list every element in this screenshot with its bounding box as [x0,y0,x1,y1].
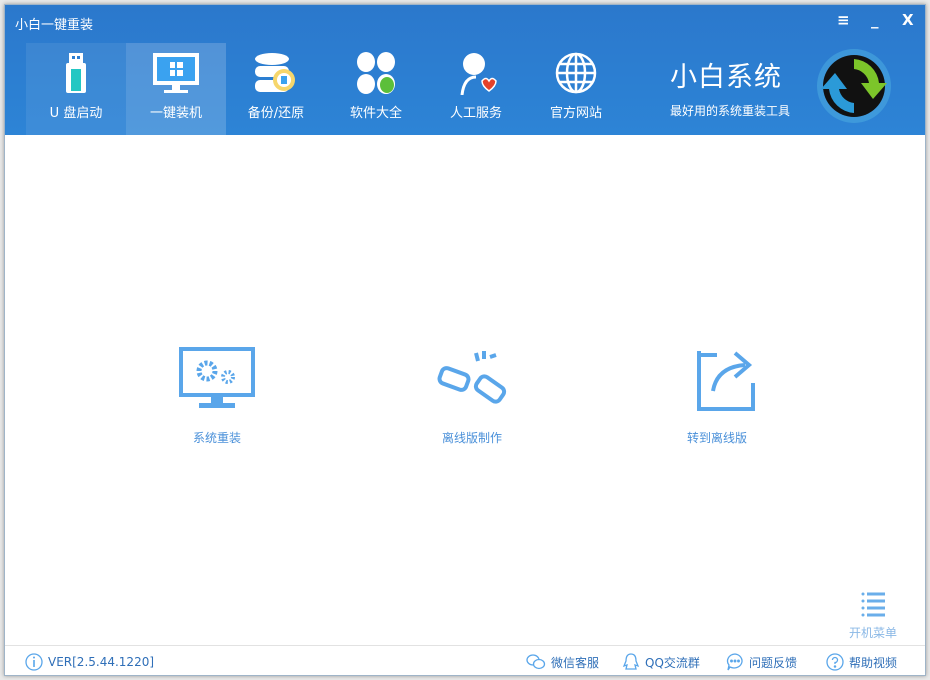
help-video-link[interactable]: 帮助视频 [826,653,897,671]
offline-make-button[interactable]: 离线版制作 [412,347,532,446]
brand-slogan: 最好用的系统重装工具 [670,104,791,118]
boot-menu-button[interactable]: 开机菜单 [843,591,903,641]
link-label: 微信客服 [551,655,600,670]
globe-icon [555,52,597,94]
feedback-link[interactable]: 问题反馈 [726,653,797,671]
version-text: VER[2.5.44.1220] [48,655,155,669]
tab-backup-restore[interactable]: 备份/还原 [226,43,326,135]
apps-icon [357,52,395,94]
person-heart-icon [460,53,497,95]
tab-website[interactable]: 官方网站 [526,43,626,135]
list-icon [861,592,885,617]
share-icon [697,351,755,411]
action-label: 转到离线版 [686,431,747,445]
menu-icon[interactable]: ≡ [837,11,850,29]
wechat-icon [526,654,546,670]
help-icon [826,653,844,671]
tab-usb-boot[interactable]: U 盘启动 [26,43,126,135]
link-label: 帮助视频 [849,655,898,670]
monitor-gears-icon [179,347,255,408]
tab-label: 一键装机 [149,106,202,121]
monitor-icon [153,53,199,93]
info-icon [25,653,43,671]
version-info: VER[2.5.44.1220] [25,653,154,671]
brand-name: 小白系统 [670,62,782,93]
action-label: 离线版制作 [441,431,502,445]
action-label: 系统重装 [192,431,241,445]
tab-label: 人工服务 [449,106,502,121]
logo-icon [817,49,891,123]
tab-label: 备份/还原 [247,106,305,121]
app-window: 小白一键重装 ≡ _ X U 盘启动 一键装机 备份/还原 软件大全 人工服务 … [4,4,926,676]
tab-software[interactable]: 软件大全 [326,43,426,135]
window-title: 小白一键重装 [15,18,94,33]
qq-group-link[interactable]: QQ交流群 [622,653,700,671]
minimize-button[interactable]: _ [871,11,879,29]
footer: VER[2.5.44.1220] 微信客服 QQ交流群 问题反馈 帮助视频 [5,645,925,675]
usb-icon [66,53,86,93]
switch-offline-button[interactable]: 转到离线版 [657,347,777,446]
brand: 小白系统 最好用的系统重装工具 [670,55,790,119]
broken-link-icon [437,351,507,404]
tab-label: U 盘启动 [49,106,103,121]
close-button[interactable]: X [902,11,914,29]
qq-icon [622,653,640,670]
header: 小白一键重装 ≡ _ X U 盘启动 一键装机 备份/还原 软件大全 人工服务 … [5,5,925,135]
wechat-support-link[interactable]: 微信客服 [526,653,599,671]
tab-label: 官方网站 [549,106,602,121]
link-label: QQ交流群 [645,655,700,670]
tab-one-click-install[interactable]: 一键装机 [126,43,226,135]
system-reinstall-button[interactable]: 系统重装 [157,347,277,446]
tab-support[interactable]: 人工服务 [426,43,526,135]
boot-menu-label: 开机菜单 [848,626,897,640]
tab-label: 软件大全 [349,106,402,121]
chat-icon [726,653,743,671]
link-label: 问题反馈 [749,655,798,670]
database-icon [255,53,295,92]
